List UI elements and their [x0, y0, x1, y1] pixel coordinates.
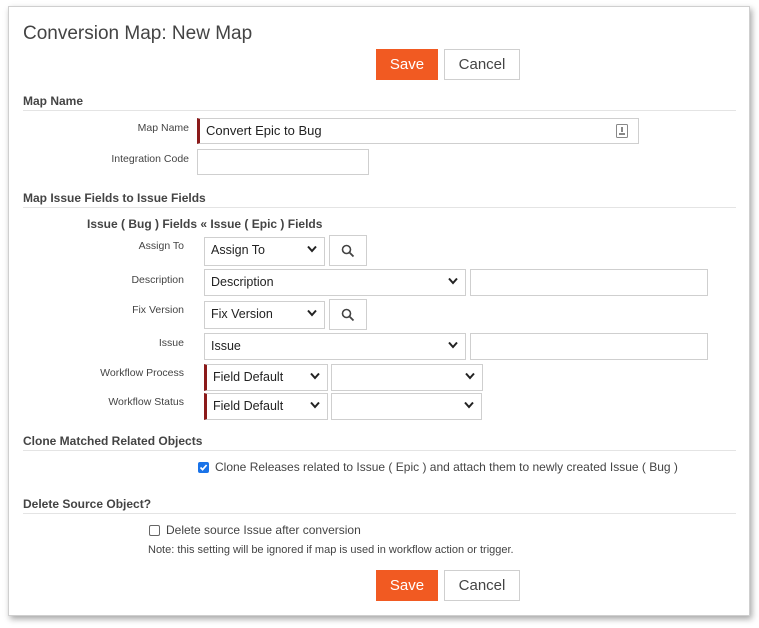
fix-version-lookup-button[interactable] — [329, 299, 367, 330]
chevron-down-icon — [448, 277, 458, 285]
chevron-down-icon — [310, 401, 320, 409]
section-divider — [23, 110, 736, 111]
fix-version-select[interactable]: Fix Version — [204, 301, 325, 329]
page-title: Conversion Map: New Map — [23, 23, 253, 44]
workflow-status-select-value: Field Default — [213, 399, 284, 413]
description-select-value: Description — [211, 275, 274, 289]
assign-to-select-value: Assign To — [211, 243, 265, 257]
workflow-status-secondary-select[interactable] — [331, 393, 482, 420]
field-label-description: Description — [131, 274, 184, 286]
conversion-map-panel: Conversion Map: New Map Save Cancel Map … — [8, 6, 750, 616]
search-icon — [341, 244, 355, 258]
workflow-process-select[interactable]: Field Default — [204, 364, 328, 391]
field-label-workflow-process: Workflow Process — [100, 367, 184, 379]
field-label-issue: Issue — [158, 337, 184, 349]
clone-releases-label: Clone Releases related to Issue ( Epic )… — [215, 460, 678, 474]
section-divider — [23, 513, 736, 514]
map-name-label: Map Name — [137, 122, 189, 134]
target-fields-header: Issue ( Bug ) Fields « Issue ( Epic ) Fi… — [87, 217, 322, 231]
description-select[interactable]: Description — [204, 269, 466, 296]
chevron-down-icon — [448, 341, 458, 349]
field-label-fix-version: Fix Version — [132, 304, 184, 316]
integration-code-label: Integration Code — [111, 153, 189, 165]
section-heading-clone: Clone Matched Related Objects — [23, 434, 203, 448]
workflow-process-secondary-select[interactable] — [331, 364, 483, 391]
description-text-field[interactable] — [470, 269, 708, 296]
chevron-down-icon — [307, 309, 317, 317]
cancel-button-top[interactable]: Cancel — [444, 49, 520, 80]
clone-releases-checkbox[interactable] — [198, 462, 209, 473]
section-heading-delete: Delete Source Object? — [23, 497, 152, 511]
integration-code-field[interactable] — [197, 149, 369, 175]
chevron-down-icon — [464, 401, 474, 409]
chevron-down-icon — [310, 372, 320, 380]
issue-select-value: Issue — [211, 339, 241, 353]
search-icon — [341, 308, 355, 322]
field-label-workflow-status: Workflow Status — [108, 396, 184, 408]
delete-source-label: Delete source Issue after conversion — [166, 523, 361, 537]
fix-version-select-value: Fix Version — [211, 307, 273, 321]
assign-to-lookup-button[interactable] — [329, 235, 367, 266]
workflow-status-select[interactable]: Field Default — [204, 393, 328, 420]
save-button-top[interactable]: Save — [376, 49, 438, 80]
issue-text-field[interactable] — [470, 333, 708, 360]
save-button-bottom[interactable]: Save — [376, 570, 438, 601]
check-icon — [199, 464, 208, 471]
mapping-arrow: « — [200, 217, 208, 231]
cancel-button-bottom[interactable]: Cancel — [444, 570, 520, 601]
map-name-value: Convert Epic to Bug — [206, 123, 322, 138]
target-fields-title: Issue ( Bug ) Fields — [87, 217, 198, 231]
text-field-icon[interactable] — [616, 124, 628, 143]
source-fields-title: Issue ( Epic ) Fields — [210, 217, 323, 231]
workflow-process-select-value: Field Default — [213, 370, 284, 384]
section-divider — [23, 450, 736, 451]
map-name-field[interactable]: Convert Epic to Bug — [197, 118, 639, 144]
delete-source-checkbox[interactable] — [149, 525, 160, 536]
assign-to-select[interactable]: Assign To — [204, 237, 325, 266]
issue-select[interactable]: Issue — [204, 333, 466, 360]
field-label-assign-to: Assign To — [138, 240, 184, 252]
chevron-down-icon — [465, 372, 475, 380]
chevron-down-icon — [307, 245, 317, 253]
section-divider — [23, 207, 736, 208]
section-heading-fields: Map Issue Fields to Issue Fields — [23, 191, 206, 205]
delete-source-note: Note: this setting will be ignored if ma… — [148, 544, 514, 556]
section-heading-map-name: Map Name — [23, 94, 84, 108]
